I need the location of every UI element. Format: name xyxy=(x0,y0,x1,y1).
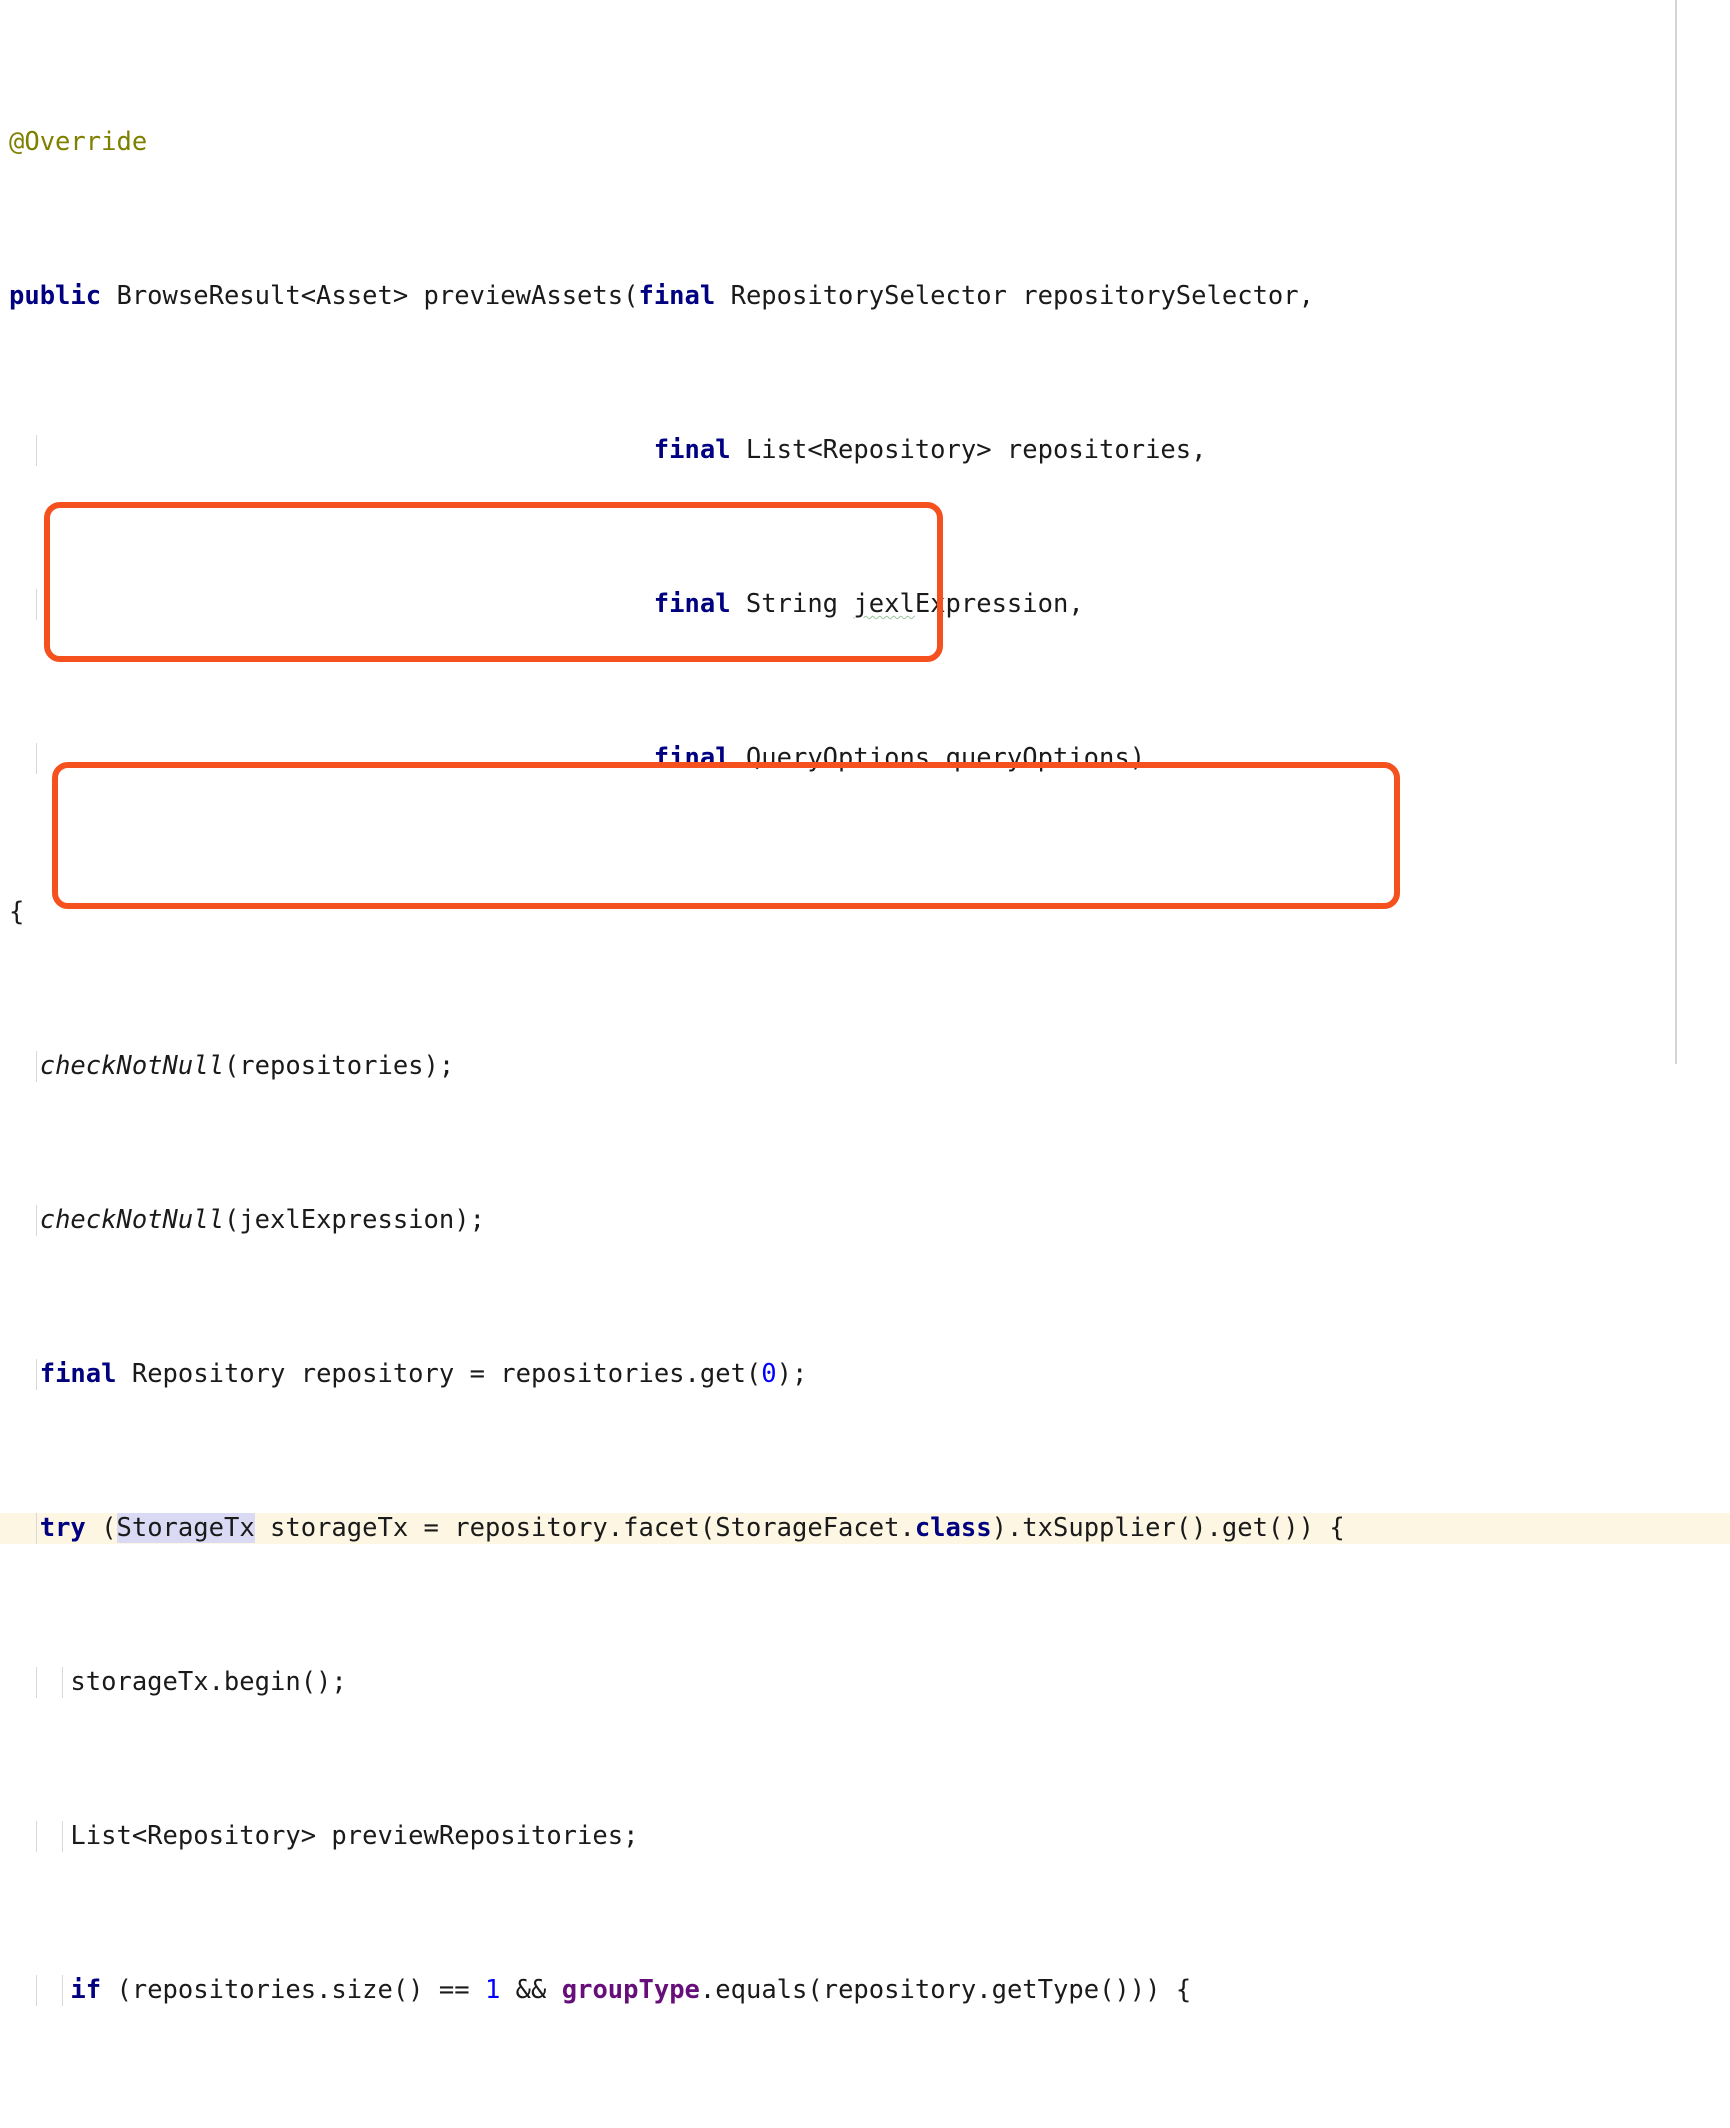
code-text: RepositorySelector repositorySelector, xyxy=(715,281,1314,312)
code-text: Expression, xyxy=(914,589,1084,620)
keyword-final: final xyxy=(653,589,731,620)
code-editor[interactable]: @Override public BrowseResult<Asset> pre… xyxy=(0,0,1730,2006)
code-line[interactable]: final Repository repository = repositori… xyxy=(0,1359,1730,1390)
code-line[interactable]: public BrowseResult<Asset> previewAssets… xyxy=(0,281,1730,312)
static-method-call: checkNotNull xyxy=(39,1051,224,1082)
code-text: storageTx = repository.facet(StorageFace… xyxy=(254,1513,915,1544)
code-line[interactable]: checkNotNull(repositories); xyxy=(0,1051,1730,1082)
code-line[interactable]: { xyxy=(0,897,1730,928)
keyword-final: final xyxy=(653,435,731,466)
code-line[interactable]: List<Repository> previewRepositories; xyxy=(0,1821,1730,1852)
code-text: { xyxy=(9,897,25,928)
code-text: (repositories); xyxy=(223,1051,455,1082)
code-line-current[interactable]: try (StorageTx storageTx = repository.fa… xyxy=(0,1513,1730,1544)
code-text: List<Repository> repositories, xyxy=(730,435,1207,466)
code-line[interactable]: storageTx.begin(); xyxy=(0,1667,1730,1698)
keyword-if: if xyxy=(70,1975,102,2005)
code-text: QueryOptions queryOptions) xyxy=(730,743,1146,774)
code-line[interactable]: @Override xyxy=(0,127,1730,158)
code-text: ); xyxy=(776,1359,808,1390)
annotation-override: @Override xyxy=(9,127,148,158)
keyword-public: public xyxy=(9,281,102,312)
code-text: Repository repository = repositories.get… xyxy=(116,1359,762,1390)
keyword-class: class xyxy=(914,1513,992,1544)
number-literal: 1 xyxy=(484,1975,501,2005)
static-method-call: checkNotNull xyxy=(39,1205,224,1236)
code-line[interactable]: final List<Repository> repositories, xyxy=(0,435,1730,466)
code-text: storageTx.begin(); xyxy=(9,1667,347,1698)
code-line[interactable]: final String jexlExpression, xyxy=(0,589,1730,620)
keyword-final: final xyxy=(638,281,716,312)
code-text: List<Repository> previewRepositories; xyxy=(9,1821,639,1852)
code-line[interactable]: final QueryOptions queryOptions) xyxy=(0,743,1730,774)
code-text: && xyxy=(500,1975,562,2005)
code-text: BrowseResult<Asset> previewAssets( xyxy=(101,281,639,312)
code-line[interactable]: if (repositories.size() == 1 && groupTyp… xyxy=(0,1975,1730,2006)
code-text: ( xyxy=(85,1513,117,1544)
code-text: (jexlExpression); xyxy=(223,1205,485,1236)
keyword-try: try xyxy=(39,1513,86,1544)
code-text-area[interactable]: @Override public BrowseResult<Asset> pre… xyxy=(0,0,1730,2128)
field-groupType: groupType xyxy=(561,1975,700,2005)
code-line[interactable]: checkNotNull(jexlExpression); xyxy=(0,1205,1730,1236)
code-text: (repositories.size() == xyxy=(101,1975,485,2005)
highlighted-identifier: StorageTx xyxy=(116,1513,255,1544)
number-literal: 0 xyxy=(761,1359,777,1390)
code-text: String xyxy=(730,589,854,620)
keyword-final: final xyxy=(653,743,731,774)
keyword-final: final xyxy=(39,1359,117,1390)
code-text: .equals(repository.getType())) { xyxy=(699,1975,1192,2005)
spellcheck-token: jexl xyxy=(853,589,915,620)
code-text: ).txSupplier().get()) { xyxy=(991,1513,1345,1544)
